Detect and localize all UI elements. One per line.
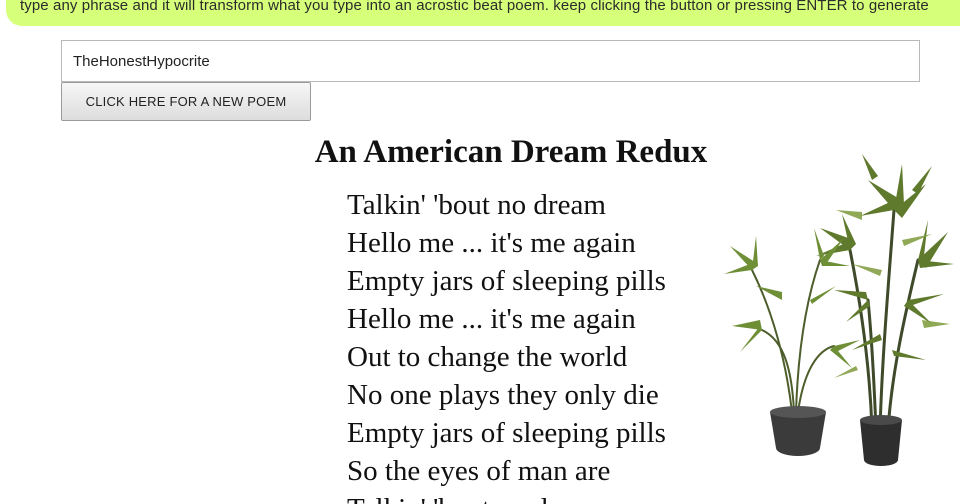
potted-plants-image bbox=[724, 154, 954, 466]
poem-line: Hello me ... it's me again bbox=[347, 303, 636, 335]
new-poem-button[interactable]: CLICK HERE FOR A NEW POEM bbox=[61, 82, 311, 121]
poem-line: So the eyes of man are bbox=[347, 455, 611, 487]
poem-line: Talkin' 'bout no dream bbox=[347, 490, 666, 504]
phrase-input[interactable] bbox=[61, 40, 920, 82]
instruction-banner: type any phrase and it will transform wh… bbox=[6, 0, 960, 26]
poem-line: Empty jars of sleeping pills bbox=[347, 265, 666, 297]
poem-line: Out to change the world bbox=[347, 341, 628, 373]
instruction-text: type any phrase and it will transform wh… bbox=[20, 0, 929, 14]
poem-line: Hello me ... it's me again bbox=[347, 227, 636, 259]
poem-body: Talkin' 'bout no dream Hello me ... it's… bbox=[347, 186, 666, 504]
poem-line: Talkin' 'bout no dream bbox=[347, 189, 606, 221]
poem-line: Empty jars of sleeping pills bbox=[347, 417, 666, 449]
poem-line: No one plays they only die bbox=[347, 379, 659, 411]
